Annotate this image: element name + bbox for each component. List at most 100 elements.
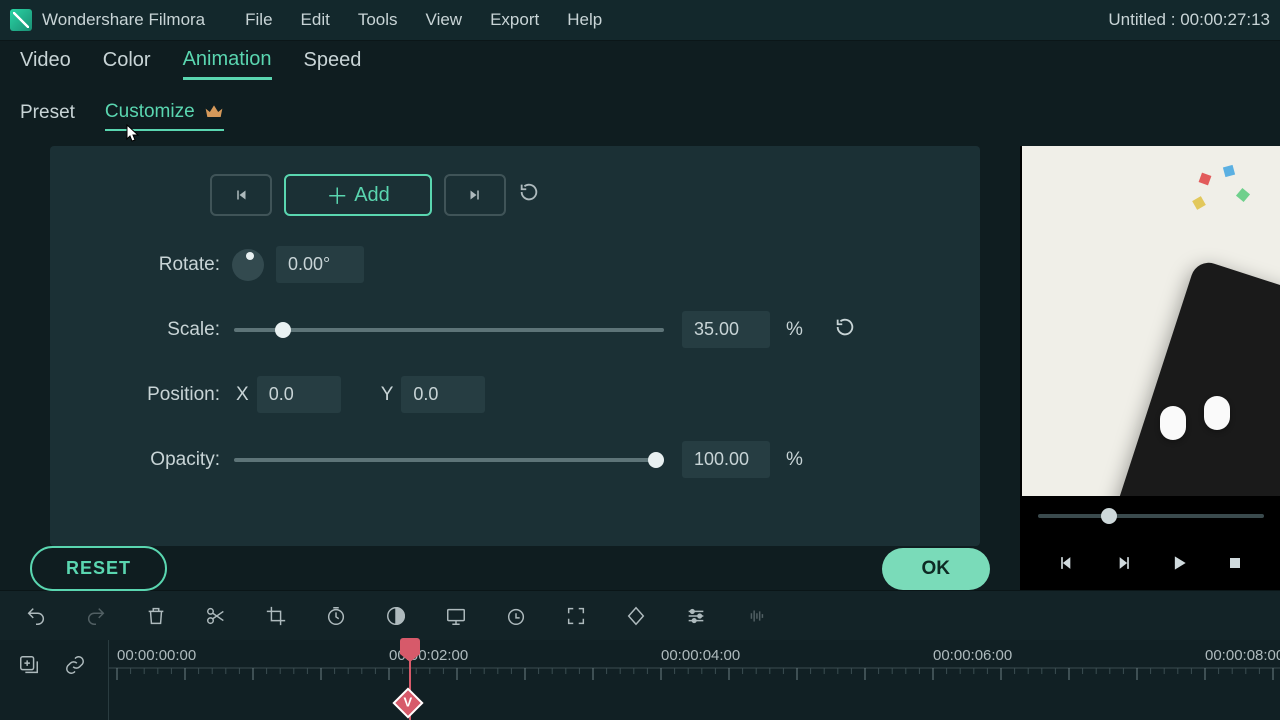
stop-button[interactable] <box>1224 552 1246 574</box>
link-icon <box>64 654 86 676</box>
time-mark-label: 00:00:04:00 <box>661 647 740 664</box>
scale-unit: % <box>786 319 812 341</box>
animation-subtabs: Preset Customize <box>0 86 1280 146</box>
split-button[interactable] <box>204 604 228 628</box>
prev-keyframe-button[interactable] <box>210 174 272 216</box>
opacity-label: Opacity: <box>110 449 220 471</box>
audio-beat-button[interactable] <box>744 604 768 628</box>
play-button[interactable] <box>1168 552 1190 574</box>
rotate-value-input[interactable] <box>276 246 364 283</box>
crop-icon <box>265 605 287 627</box>
expand-icon <box>565 605 587 627</box>
menu-tools[interactable]: Tools <box>358 10 398 30</box>
time-mark-label: 00:00:06:00 <box>933 647 1012 664</box>
adjust-button[interactable] <box>684 604 708 628</box>
preview-viewport[interactable] <box>1022 146 1280 496</box>
step-fwd-icon <box>1113 553 1133 573</box>
reset-icon <box>834 316 856 338</box>
opacity-slider[interactable] <box>234 458 664 462</box>
app-logo-icon <box>10 9 32 31</box>
crop-zoom-button[interactable] <box>564 604 588 628</box>
timeline-ruler[interactable]: 00:00:00:0000:00:02:0000:00:04:0000:00:0… <box>108 640 1280 720</box>
menu-help[interactable]: Help <box>567 10 602 30</box>
timeline[interactable]: 00:00:00:0000:00:02:0000:00:04:0000:00:0… <box>0 640 1280 720</box>
time-mark-label: 00:00:08:00 <box>1205 647 1280 664</box>
scale-label: Scale: <box>110 319 220 341</box>
position-y-input[interactable] <box>401 376 485 413</box>
preview-zoom-row <box>1022 496 1280 536</box>
add-keyframe-button[interactable]: ＋Add <box>284 174 432 216</box>
project-title: Untitled : 00:00:27:13 <box>1108 10 1270 30</box>
trash-icon <box>145 605 167 627</box>
opacity-value-input[interactable] <box>682 441 770 478</box>
subtab-customize[interactable]: Customize <box>105 101 224 131</box>
playhead-handle-icon <box>400 638 420 654</box>
next-keyframe-button[interactable] <box>444 174 506 216</box>
position-x-label: X <box>236 384 249 406</box>
scale-reset-button[interactable] <box>834 316 856 344</box>
color-match-button[interactable] <box>384 604 408 628</box>
menu-edit[interactable]: Edit <box>301 10 330 30</box>
plus-icon: ＋ <box>326 179 348 211</box>
ok-button[interactable]: OK <box>882 548 991 590</box>
app-name: Wondershare Filmora <box>42 10 205 30</box>
step-fwd-button[interactable] <box>1112 552 1134 574</box>
timer-icon <box>505 605 527 627</box>
tab-color[interactable]: Color <box>103 49 151 78</box>
step-back-button[interactable] <box>1056 552 1078 574</box>
premium-crown-icon <box>204 102 224 122</box>
rotate-label: Rotate: <box>110 254 220 276</box>
timeline-playhead[interactable]: V <box>409 640 411 720</box>
title-bar: Wondershare Filmora File Edit Tools View… <box>0 0 1280 40</box>
keyframe-marker-button[interactable] <box>624 604 648 628</box>
playback-controls <box>1022 536 1280 590</box>
opacity-unit: % <box>786 449 812 471</box>
scale-value-input[interactable] <box>682 311 770 348</box>
undo-button[interactable] <box>24 604 48 628</box>
tab-video[interactable]: Video <box>20 49 71 78</box>
duration-button[interactable] <box>504 604 528 628</box>
rotate-row: Rotate: <box>110 246 920 283</box>
tab-animation[interactable]: Animation <box>183 48 272 80</box>
redo-button[interactable] <box>84 604 108 628</box>
timeline-left-tools <box>0 640 108 720</box>
position-x-input[interactable] <box>257 376 341 413</box>
redo-icon <box>85 605 107 627</box>
reset-button[interactable]: RESET <box>30 546 167 591</box>
menu-export[interactable]: Export <box>490 10 539 30</box>
menu-file[interactable]: File <box>245 10 272 30</box>
scale-slider[interactable] <box>234 328 664 332</box>
link-button[interactable] <box>64 654 86 681</box>
preview-zoom-slider[interactable] <box>1038 514 1264 518</box>
time-mark-label: 00:00:00:00 <box>117 647 196 664</box>
step-back-icon <box>1057 553 1077 573</box>
scale-row: Scale: % <box>110 311 920 348</box>
diamond-icon <box>625 605 647 627</box>
delete-button[interactable] <box>144 604 168 628</box>
skip-prev-icon <box>232 186 250 204</box>
sliders-icon <box>685 605 707 627</box>
add-track-icon <box>18 654 40 676</box>
subtab-preset[interactable]: Preset <box>20 102 75 130</box>
position-row: Position: X Y <box>110 376 920 413</box>
stop-icon <box>1225 553 1245 573</box>
green-screen-button[interactable] <box>444 604 468 628</box>
speed-button[interactable] <box>324 604 348 628</box>
undo-icon <box>25 605 47 627</box>
animation-properties-panel: ＋Add Rotate: Scale: % <box>50 146 980 546</box>
menu-view[interactable]: View <box>426 10 463 30</box>
property-tabs: Video Color Animation Speed <box>0 40 1280 86</box>
skip-next-icon <box>466 186 484 204</box>
opacity-row: Opacity: % <box>110 441 920 478</box>
reset-keyframes-button[interactable] <box>518 181 548 209</box>
position-label: Position: <box>110 384 220 406</box>
add-track-button[interactable] <box>18 654 40 681</box>
panel-actions: RESET OK <box>0 546 1020 591</box>
play-icon <box>1169 553 1189 573</box>
waveform-icon <box>745 605 767 627</box>
rotate-knob[interactable] <box>232 249 264 281</box>
crop-button[interactable] <box>264 604 288 628</box>
tab-speed[interactable]: Speed <box>304 49 362 78</box>
reset-icon <box>518 181 540 203</box>
keyframe-controls: ＋Add <box>210 174 920 216</box>
